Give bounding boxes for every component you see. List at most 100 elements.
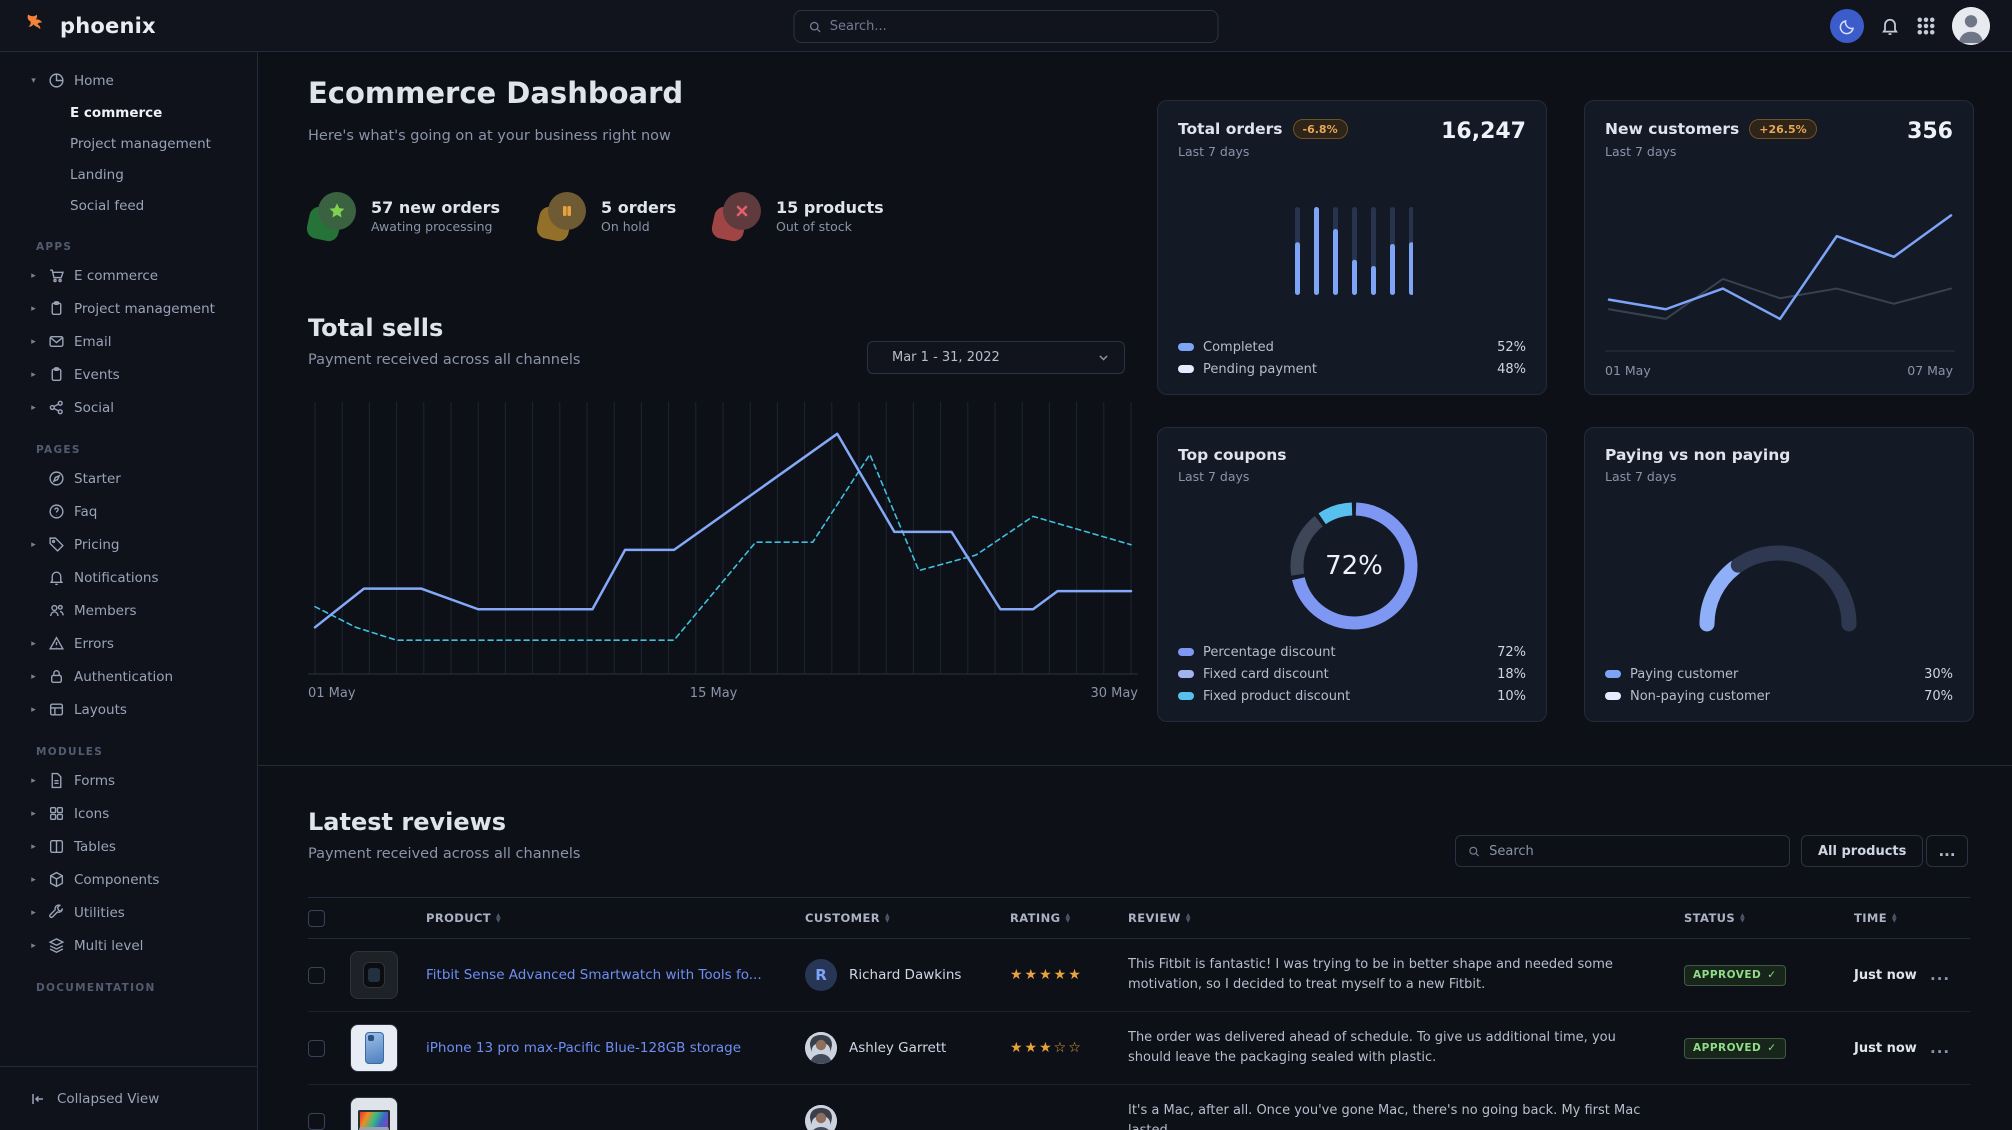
product-link[interactable]: iPhone 13 pro max-Pacific Blue-128GB sto… (426, 1040, 786, 1056)
caret-down-icon: ▾ (28, 76, 39, 86)
sidebar-item-components[interactable]: ▸Components (0, 863, 257, 896)
stat-text: 5 ordersOn hold (601, 198, 676, 234)
x-icon (723, 192, 761, 230)
caret-right-icon: ▸ (28, 875, 39, 885)
legend-swatch (1605, 670, 1621, 678)
column-label: PRODUCT (426, 911, 491, 925)
sidebar-item-forms[interactable]: ▸Forms (0, 764, 257, 797)
collapsed-view-label: Collapsed View (57, 1091, 159, 1107)
legend-label: Pending payment (1203, 362, 1488, 377)
sidebar-item-project-management[interactable]: ▸Project management (0, 292, 257, 325)
sidebar-item-events[interactable]: ▸Events (0, 358, 257, 391)
search-icon (809, 20, 822, 34)
top-coupons-card: Top coupons Last 7 days 72% Percentage d… (1157, 427, 1547, 722)
sidebar-item-project-management[interactable]: Project management (0, 128, 257, 159)
legend-value: 72% (1497, 645, 1526, 660)
reviews-search[interactable] (1455, 835, 1790, 867)
check-icon: ✓ (1767, 1042, 1776, 1054)
customer-cell: Ashley Garrett (805, 1032, 1010, 1064)
sidebar-item-label: Events (74, 367, 120, 383)
bell-icon (48, 569, 65, 586)
latest-reviews-subtitle: Payment received across all channels (308, 846, 580, 862)
notifications-button[interactable] (1880, 16, 1900, 36)
date-range-select[interactable]: Mar 1 - 31, 2022 (867, 341, 1125, 374)
column-header-review[interactable]: REVIEW▲▼ (1128, 911, 1684, 925)
sidebar-item-social[interactable]: ▸Social (0, 391, 257, 424)
reviews-more-button[interactable]: ... (1926, 835, 1968, 867)
card-title: New customers (1605, 120, 1739, 138)
sidebar-item-e-commerce[interactable]: ▸E commerce (0, 259, 257, 292)
layers-icon (48, 937, 65, 954)
new-customers-svg (1605, 193, 1955, 358)
global-search[interactable] (794, 10, 1219, 43)
card-title: Top coupons (1178, 446, 1287, 464)
row-checkbox[interactable] (308, 1113, 325, 1130)
sidebar-item-faq[interactable]: Faq (0, 495, 257, 528)
global-search-input[interactable] (830, 19, 1204, 34)
sidebar-item-multi-level[interactable]: ▸Multi level (0, 929, 257, 962)
legend-value: 30% (1924, 667, 1953, 682)
column-header-status[interactable]: STATUS▲▼ (1684, 911, 1854, 925)
legend-swatch (1178, 365, 1194, 373)
sidebar-item-tables[interactable]: ▸Tables (0, 830, 257, 863)
sidebar-item-email[interactable]: ▸Email (0, 325, 257, 358)
product-image-fitbit (350, 951, 398, 999)
select-all-checkbox[interactable] (308, 910, 325, 927)
sidebar-item-members[interactable]: Members (0, 594, 257, 627)
sidebar-item-label: Tables (74, 839, 116, 855)
page-title: Ecommerce Dashboard (308, 76, 683, 110)
all-products-filter-button[interactable]: All products (1801, 835, 1923, 867)
sort-icon: ▲▼ (1065, 913, 1070, 923)
sidebar-item-notifications[interactable]: Notifications (0, 561, 257, 594)
status-cell: APPROVED ✓ (1684, 1038, 1854, 1059)
x-label-start: 01 May (1605, 363, 1651, 378)
apps-grid-button[interactable] (1916, 16, 1936, 36)
sidebar-item-starter[interactable]: Starter (0, 462, 257, 495)
bell-icon (1880, 16, 1900, 36)
moon-icon (1839, 18, 1856, 35)
sidebar-item-social-feed[interactable]: Social feed (0, 190, 257, 221)
reviews-table-header: PRODUCT▲▼CUSTOMER▲▼RATING▲▼REVIEW▲▼STATU… (308, 897, 1970, 939)
row-actions-button[interactable]: ... (1930, 1039, 1970, 1057)
profile-avatar[interactable] (1952, 7, 1990, 45)
product-link[interactable]: Fitbit Sense Advanced Smartwatch with To… (426, 967, 786, 983)
customer-avatar (805, 1032, 837, 1064)
search-icon (1468, 845, 1480, 858)
column-header-time[interactable]: TIME▲▼ (1854, 911, 1930, 925)
sidebar-item-icons[interactable]: ▸Icons (0, 797, 257, 830)
stat-value: 15 products (776, 198, 884, 217)
sidebar-item-landing[interactable]: Landing (0, 159, 257, 190)
column-label: CUSTOMER (805, 911, 880, 925)
sidebar-item-layouts[interactable]: ▸Layouts (0, 693, 257, 726)
x-label-end: 07 May (1907, 363, 1953, 378)
column-header-customer[interactable]: CUSTOMER▲▼ (805, 911, 1010, 925)
clipboard-icon (48, 300, 65, 317)
sidebar-item-utilities[interactable]: ▸Utilities (0, 896, 257, 929)
sidebar-item-errors[interactable]: ▸Errors (0, 627, 257, 660)
column-header-rating[interactable]: RATING▲▼ (1010, 911, 1128, 925)
column-header-product[interactable]: PRODUCT▲▼ (426, 911, 805, 925)
sidebar-section-documentation: DOCUMENTATION (36, 982, 257, 994)
sidebar-item-home[interactable]: ▾Home (0, 64, 257, 97)
sidebar-item-authentication[interactable]: ▸Authentication (0, 660, 257, 693)
legend-value: 10% (1497, 689, 1526, 704)
sidebar-item-label: Icons (74, 806, 109, 822)
avatar-image (1952, 7, 1990, 45)
lock-icon (48, 668, 65, 685)
reviews-search-input[interactable] (1489, 844, 1777, 859)
sidebar-item-e-commerce[interactable]: E commerce (0, 97, 257, 128)
sort-icon: ▲▼ (1740, 913, 1745, 923)
collapsed-view-toggle[interactable]: Collapsed View (0, 1066, 257, 1130)
latest-reviews-title: Latest reviews (308, 808, 506, 836)
dark-mode-toggle[interactable] (1830, 9, 1864, 43)
stat-out-of-stock: 15 productsOut of stock (713, 192, 884, 240)
sidebar-item-label: Errors (74, 636, 114, 652)
row-checkbox[interactable] (308, 1040, 325, 1057)
legend-item-completed: Completed52% (1178, 336, 1526, 358)
legend-value: 70% (1924, 689, 1953, 704)
legend-label: Completed (1203, 340, 1488, 355)
brand[interactable]: phoenix (0, 12, 156, 40)
row-actions-button[interactable]: ... (1930, 966, 1970, 984)
sidebar-item-pricing[interactable]: ▸Pricing (0, 528, 257, 561)
row-checkbox[interactable] (308, 967, 325, 984)
